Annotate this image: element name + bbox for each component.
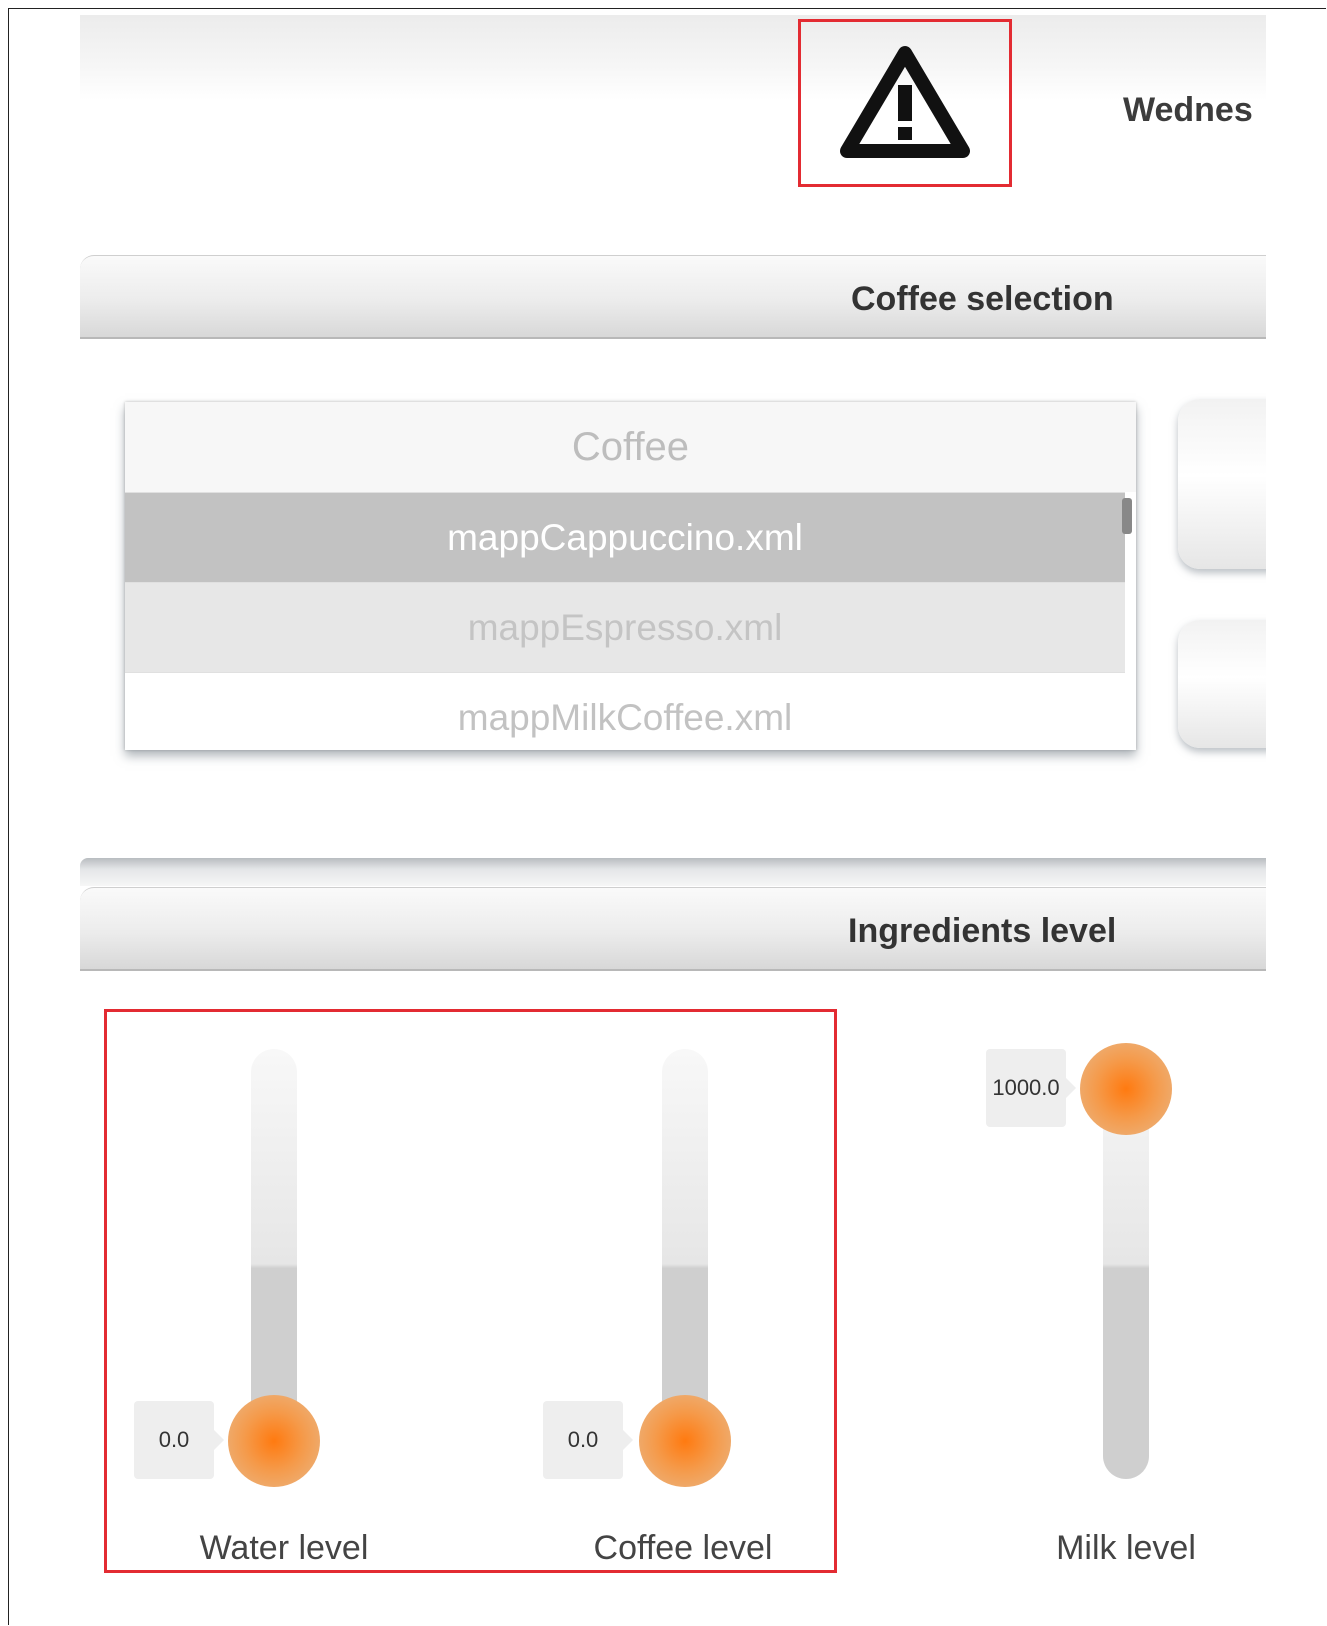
milk-level-label: Milk level	[1056, 1529, 1196, 1567]
water-level-label: Water level	[199, 1529, 369, 1567]
warning-highlight[interactable]	[798, 19, 1012, 187]
coffee-selection-header: Coffee selection	[80, 255, 1266, 339]
coffee-listbox[interactable]: Coffee mappCappuccino.xml mappEspresso.x…	[125, 402, 1136, 750]
milk-level-knob[interactable]	[1080, 1043, 1172, 1135]
warning-triangle-icon[interactable]	[837, 43, 973, 163]
coffee-level-knob[interactable]	[639, 1395, 731, 1487]
top-bar	[80, 15, 1266, 100]
list-item-cappuccino[interactable]: mappCappuccino.xml	[125, 492, 1125, 582]
side-button-2[interactable]	[1178, 620, 1266, 748]
coffee-level-label: Coffee level	[593, 1529, 773, 1567]
ingredients-header: Ingredients level	[80, 887, 1266, 971]
hmi-panel: Wednes Coffee selection Coffee mappCappu…	[80, 15, 1266, 1626]
coffee-selection-title: Coffee selection	[851, 280, 1114, 318]
water-level-value: 0.0	[134, 1401, 224, 1479]
sliders-highlight	[104, 1009, 837, 1573]
date-display: Wednes	[1123, 91, 1253, 129]
section-divider	[80, 858, 1266, 886]
coffee-level-value: 0.0	[543, 1401, 633, 1479]
list-item-espresso[interactable]: mappEspresso.xml	[125, 582, 1125, 672]
water-level-knob[interactable]	[228, 1395, 320, 1487]
listbox-scrollbar-thumb[interactable]	[1122, 498, 1132, 534]
listbox-header: Coffee	[125, 402, 1136, 492]
milk-level-value: 1000.0	[986, 1049, 1076, 1127]
side-button-1[interactable]	[1178, 399, 1266, 569]
ingredients-title: Ingredients level	[848, 912, 1117, 950]
list-item-milkcoffee[interactable]: mappMilkCoffee.xml	[125, 672, 1125, 750]
